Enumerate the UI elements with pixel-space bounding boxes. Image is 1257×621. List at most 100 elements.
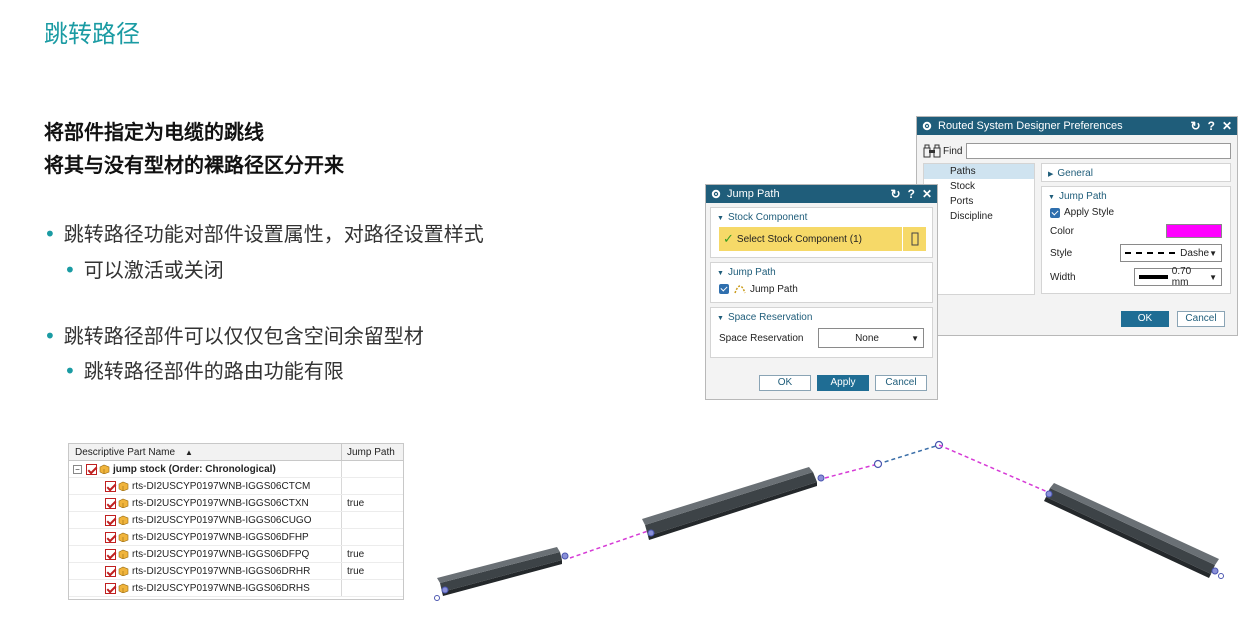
jump-path-line-left bbox=[569, 530, 649, 559]
cancel-button[interactable]: Cancel bbox=[1177, 311, 1225, 327]
jump-path-row: Jump Path bbox=[711, 280, 932, 298]
table-row[interactable]: rts-DI2USCYP0197WNB-IGGS06CTXN true bbox=[69, 495, 403, 512]
ok-button[interactable]: OK bbox=[759, 375, 811, 391]
jump-path-value: true bbox=[347, 497, 365, 509]
help-icon[interactable]: ? bbox=[1208, 119, 1215, 133]
nav-item-stock[interactable]: Stock bbox=[924, 179, 1034, 194]
bullet-dot: • bbox=[64, 359, 76, 383]
general-group[interactable]: ▶ General bbox=[1041, 163, 1231, 182]
reset-icon[interactable]: ↻ bbox=[891, 187, 901, 201]
width-row: Width 0.70 mm ▼ bbox=[1042, 265, 1230, 289]
jump-path-style-group: ▼ Jump Path Apply Style Color Style Dashe… bbox=[1041, 186, 1231, 294]
preferences-dialog-title: Routed System Designer Preferences bbox=[938, 120, 1123, 132]
part-name: rts-DI2USCYP0197WNB-IGGS06DRHR bbox=[132, 565, 311, 577]
row-checkbox[interactable] bbox=[105, 548, 116, 560]
table-row[interactable]: rts-DI2USCYP0197WNB-IGGS06DRHR true bbox=[69, 563, 403, 580]
row-checkbox[interactable] bbox=[105, 480, 116, 492]
bullet-1: • 跳转路径功能对部件设置属性，对路径设置样式 bbox=[44, 222, 484, 246]
part-name: rts-DI2USCYP0197WNB-IGGS06DRHS bbox=[132, 582, 310, 594]
jump-path-checkbox[interactable] bbox=[719, 284, 729, 294]
bullet-dot: • bbox=[64, 258, 76, 282]
part-name: rts-DI2USCYP0197WNB-IGGS06CTCM bbox=[132, 480, 311, 492]
select-object-icon[interactable] bbox=[902, 227, 926, 251]
collapse-icon[interactable]: ▼ bbox=[1048, 194, 1055, 201]
jump-path-value: true bbox=[347, 548, 365, 560]
space-reservation-select[interactable]: None ▼ bbox=[818, 328, 924, 348]
row-checkbox[interactable] bbox=[105, 497, 116, 509]
collapse-icon[interactable]: ▼ bbox=[717, 215, 724, 222]
stock-beam-2[interactable] bbox=[642, 467, 825, 540]
stock-beam-3[interactable] bbox=[1044, 483, 1219, 578]
nav-item-ports[interactable]: Ports bbox=[924, 194, 1034, 209]
style-row: Style Dashe ▼ bbox=[1042, 241, 1230, 265]
expand-icon: ▶ bbox=[1048, 171, 1054, 178]
collapse-toggle-icon[interactable]: − bbox=[73, 464, 82, 474]
help-icon[interactable]: ? bbox=[908, 187, 915, 201]
root-checkbox[interactable] bbox=[86, 463, 97, 475]
jump-path-dialog-title: Jump Path bbox=[727, 188, 780, 200]
line-width-preview bbox=[1139, 275, 1168, 279]
3d-viewport[interactable] bbox=[425, 430, 1245, 610]
cancel-button[interactable]: Cancel bbox=[875, 375, 927, 391]
preferences-dialog: Routed System Designer Preferences ↻ ? ✕… bbox=[916, 116, 1238, 336]
slide-title: 跳转路径 bbox=[44, 20, 140, 48]
jump-path-line-middle bbox=[824, 440, 944, 479]
table-row[interactable]: rts-DI2USCYP0197WNB-IGGS06CUGO bbox=[69, 512, 403, 529]
table-row[interactable]: rts-DI2USCYP0197WNB-IGGS06DFHP bbox=[69, 529, 403, 546]
component-icon bbox=[118, 532, 129, 542]
preferences-dialog-header: Routed System Designer Preferences ↻ ? ✕ bbox=[917, 117, 1237, 135]
jump-path-group: ▼ Jump Path Jump Path bbox=[710, 262, 933, 303]
sort-ascending-icon[interactable]: ▲ bbox=[185, 448, 193, 457]
apply-button[interactable]: Apply bbox=[817, 375, 869, 391]
path-endpoint[interactable] bbox=[1218, 573, 1224, 579]
ok-button[interactable]: OK bbox=[1121, 311, 1169, 327]
color-swatch[interactable] bbox=[1166, 224, 1222, 238]
table-row[interactable]: rts-DI2USCYP0197WNB-IGGS06DRHS bbox=[69, 580, 403, 597]
row-checkbox[interactable] bbox=[105, 531, 116, 543]
collapse-icon[interactable]: ▼ bbox=[717, 270, 724, 277]
find-input[interactable] bbox=[966, 143, 1231, 159]
stock-component-group: ▼ Stock Component ✓ Select Stock Componen… bbox=[710, 207, 933, 258]
table-row[interactable]: rts-DI2USCYP0197WNB-IGGS06DFPQ true bbox=[69, 546, 403, 563]
preferences-nav: Paths Stock Ports Discipline bbox=[923, 163, 1035, 295]
color-row: Color bbox=[1042, 221, 1230, 241]
select-stock-component[interactable]: ✓ Select Stock Component (1) bbox=[719, 227, 926, 251]
width-select[interactable]: 0.70 mm ▼ bbox=[1134, 266, 1222, 288]
chevron-down-icon: ▼ bbox=[911, 333, 919, 343]
close-icon[interactable]: ✕ bbox=[922, 187, 932, 201]
column-header-name[interactable]: Descriptive Part Name ▲ bbox=[69, 444, 342, 460]
jump-path-icon bbox=[734, 285, 746, 294]
checkmark-icon: ✓ bbox=[723, 231, 734, 246]
apply-style-checkbox[interactable] bbox=[1050, 207, 1060, 218]
table-row[interactable]: rts-DI2USCYP0197WNB-IGGS06CTCM bbox=[69, 478, 403, 495]
reset-icon[interactable]: ↻ bbox=[1191, 119, 1201, 133]
chevron-down-icon: ▼ bbox=[1209, 272, 1217, 282]
column-header-jump-path[interactable]: Jump Path bbox=[342, 447, 395, 458]
collapse-icon[interactable]: ▼ bbox=[717, 315, 724, 322]
bullet-dot: • bbox=[44, 222, 56, 246]
part-name: rts-DI2USCYP0197WNB-IGGS06DFHP bbox=[132, 531, 309, 543]
chevron-down-icon: ▼ bbox=[1209, 248, 1217, 258]
find-row: Find bbox=[917, 135, 1237, 163]
component-icon bbox=[118, 549, 129, 559]
nav-item-discipline[interactable]: Discipline bbox=[924, 209, 1034, 224]
component-icon bbox=[118, 583, 129, 593]
jump-path-dialog-header: Jump Path ↻ ? ✕ bbox=[706, 185, 937, 203]
bullet-2: • 跳转路径部件可以仅仅包含空间余留型材 bbox=[44, 324, 424, 348]
row-checkbox[interactable] bbox=[105, 582, 116, 594]
space-reservation-group: ▼ Space Reservation Space Reservation Non… bbox=[710, 307, 933, 358]
stock-beam-1[interactable] bbox=[437, 547, 569, 596]
find-label: Find bbox=[943, 145, 963, 157]
close-icon[interactable]: ✕ bbox=[1222, 119, 1232, 133]
subtitle-2: 将其与没有型材的裸路径区分开来 bbox=[44, 153, 344, 177]
row-checkbox[interactable] bbox=[105, 514, 116, 526]
apply-style-row: Apply Style bbox=[1042, 204, 1230, 221]
row-checkbox[interactable] bbox=[105, 565, 116, 577]
path-endpoint[interactable] bbox=[434, 595, 440, 601]
style-select[interactable]: Dashe ▼ bbox=[1120, 244, 1222, 262]
tree-root-row[interactable]: − jump stock (Order: Chronological) bbox=[69, 461, 403, 478]
nav-item-paths[interactable]: Paths bbox=[924, 164, 1034, 179]
jump-path-dialog: Jump Path ↻ ? ✕ ▼ Stock Component ✓ Selec… bbox=[705, 184, 938, 400]
jump-path-line-right bbox=[938, 444, 1051, 494]
part-name: rts-DI2USCYP0197WNB-IGGS06CUGO bbox=[132, 514, 312, 526]
